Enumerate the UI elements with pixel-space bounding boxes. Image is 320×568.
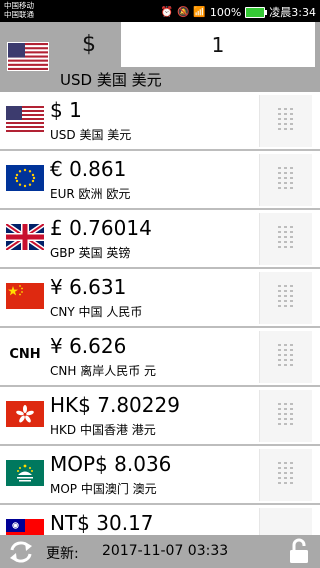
us-flag-icon[interactable] [7,42,49,71]
currency-name: USD 美国 美元 [50,128,132,142]
battery-percent: 100% [209,5,242,19]
alarm-icon: ⏰ [160,6,173,18]
drag-handle[interactable] [259,272,312,324]
drag-handle-icon [278,226,293,248]
refresh-icon[interactable] [8,540,34,564]
currency-rate: ¥ 6.631 [50,275,127,299]
drag-handle[interactable] [259,508,312,535]
uk-flag-icon [6,224,44,250]
status-icons: ⏰ 🔕 📶 100% 凌晨3:34 [160,4,316,20]
list-item[interactable]: NT$ 30.17 [0,505,320,535]
drag-handle-icon [278,108,293,130]
list-item[interactable]: CNH ¥ 6.626 CNH 离岸人民币 元 [0,328,320,387]
amount-input[interactable] [121,22,315,67]
carrier-2: 中国联通 [4,10,34,19]
drag-handle[interactable] [259,390,312,442]
mo-flag-icon [6,460,44,486]
currency-rate: NT$ 30.17 [50,511,154,535]
carrier-info: 中国移动 中国联通 [4,1,34,19]
drag-handle-icon [278,462,293,484]
battery-icon [245,6,268,18]
tw-flag-icon [6,519,44,535]
unlock-icon[interactable] [288,538,310,564]
currency-rate: £ 0.76014 [50,216,152,240]
drag-handle-icon [278,167,293,189]
updated-time: 2017-11-07 03:33 [102,543,229,559]
carrier-1: 中国移动 [4,1,34,10]
wifi-icon: 📶 [193,6,206,18]
currency-rate: MOP$ 8.036 [50,452,172,476]
currency-name: EUR 欧洲 欧元 [50,187,131,201]
drag-handle[interactable] [259,449,312,501]
drag-handle[interactable] [259,95,312,147]
drag-handle[interactable] [259,331,312,383]
currency-name: MOP 中国澳门 澳元 [50,482,157,496]
drag-handle-icon [278,344,293,366]
drag-handle[interactable] [259,154,312,206]
footer-bar: 更新: 2017-11-07 03:33 [0,535,320,568]
base-currency-symbol: $ [82,32,96,57]
mute-icon: 🔕 [176,6,190,18]
currency-rate: HK$ 7.80229 [50,393,180,417]
currency-rate: $ 1 [50,98,82,122]
base-currency-header: $ USD 美国 美元 [0,22,320,92]
status-bar: 中国移动 中国联通 ⏰ 🔕 📶 100% 凌晨3:34 [0,0,320,22]
currency-list: $ 1 USD 美国 美元 € 0.861 EUR 欧洲 欧元 £ 0.7601… [0,92,320,535]
currency-name: CNH 离岸人民币 元 [50,364,157,378]
eu-flag-icon [6,165,44,191]
currency-rate: ¥ 6.626 [50,334,127,358]
list-item[interactable]: ¥ 6.631 CNY 中国 人民币 [0,269,320,328]
drag-handle-icon [278,403,293,425]
drag-handle-icon [278,285,293,307]
currency-name: GBP 英国 英镑 [50,246,131,260]
list-item[interactable]: MOP$ 8.036 MOP 中国澳门 澳元 [0,446,320,505]
list-item[interactable]: £ 0.76014 GBP 英国 英镑 [0,210,320,269]
currency-name: HKD 中国香港 港元 [50,423,156,437]
cnh-label-icon: CNH [9,347,41,362]
hk-flag-icon [6,401,44,427]
currency-name: CNY 中国 人民币 [50,305,143,319]
list-item[interactable]: $ 1 USD 美国 美元 [0,92,320,151]
currency-rate: € 0.861 [50,157,127,181]
clock: 凌晨3:34 [269,6,316,19]
cn-flag-icon [6,283,44,309]
updated-label: 更新: [46,546,79,562]
base-currency-caption: USD 美国 美元 [60,71,162,89]
list-item[interactable]: € 0.861 EUR 欧洲 欧元 [0,151,320,210]
list-item[interactable]: HK$ 7.80229 HKD 中国香港 港元 [0,387,320,446]
drag-handle[interactable] [259,213,312,265]
us-flag-icon [6,106,44,132]
